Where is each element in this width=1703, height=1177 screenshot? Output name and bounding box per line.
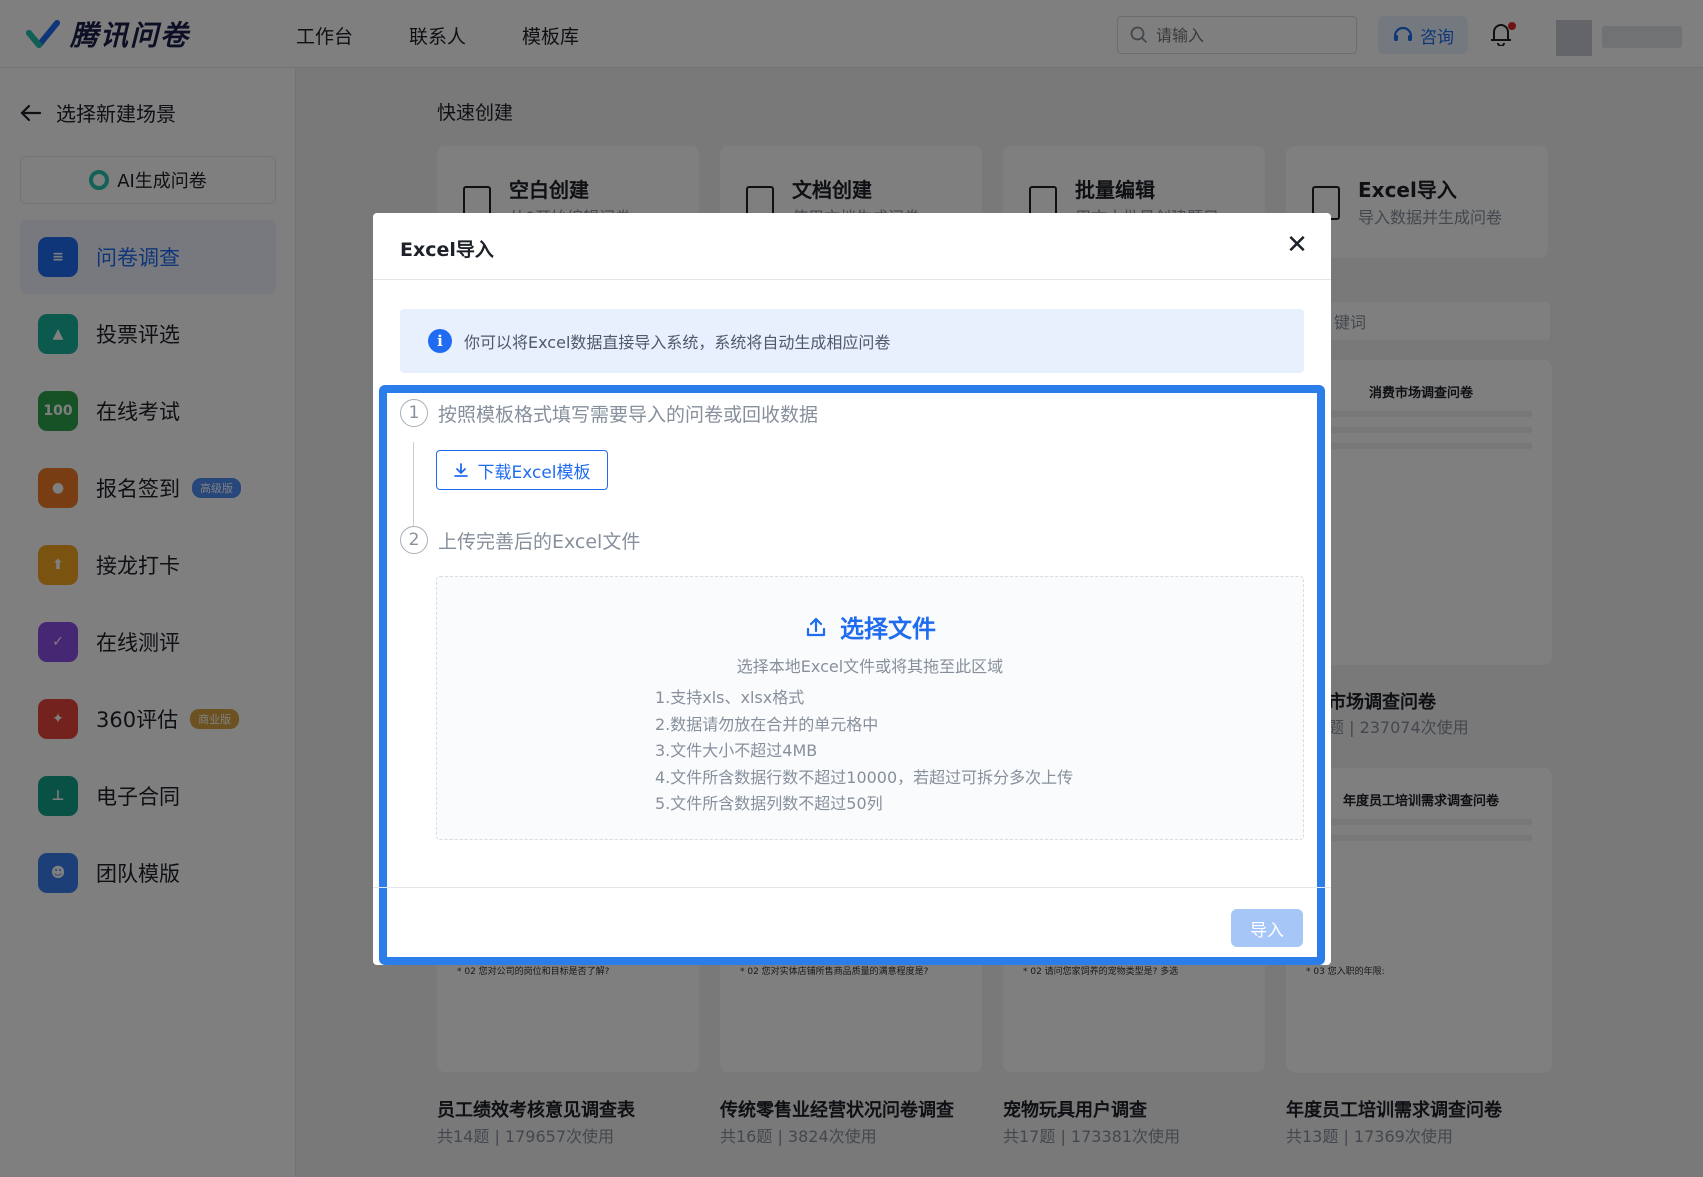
rule-item: 5.文件所含数据列数不超过50列 xyxy=(655,794,883,813)
download-label: 下载Excel模板 xyxy=(477,462,591,483)
drop-hint: 选择本地Excel文件或将其拖至此区域 xyxy=(736,657,1004,676)
step-1: 1 按照模板格式填写需要导入的问卷或回收数据 xyxy=(400,399,818,427)
info-text: 你可以将Excel数据直接导入系统，系统将自动生成相应问卷 xyxy=(464,333,891,352)
info-banner: i 你可以将Excel数据直接导入系统，系统将自动生成相应问卷 xyxy=(400,309,1304,373)
close-icon[interactable]: ✕ xyxy=(1283,231,1311,259)
import-button[interactable]: 导入 xyxy=(1231,909,1303,947)
step-number: 2 xyxy=(400,526,428,554)
rule-item: 2.数据请勿放在合并的单元格中 xyxy=(655,714,879,734)
file-drop-zone[interactable]: 选择文件 选择本地Excel文件或将其拖至此区域 1.支持xls、xlsx格式 … xyxy=(436,576,1304,840)
step-label: 上传完善后的Excel文件 xyxy=(438,530,641,553)
download-template-button[interactable]: 下载Excel模板 xyxy=(436,450,608,490)
rule-item: 1.支持xls、xlsx格式 xyxy=(655,688,805,707)
rule-item: 4.文件所含数据行数不超过10000，若超过可拆分多次上传 xyxy=(655,767,1074,787)
choose-file-label: 选择文件 xyxy=(840,615,936,643)
divider xyxy=(373,279,1331,280)
step-2: 2 上传完善后的Excel文件 xyxy=(400,526,640,554)
step-number: 1 xyxy=(400,399,428,427)
rule-item: 3.文件大小不超过4MB xyxy=(655,741,818,760)
divider xyxy=(373,887,1331,888)
download-icon xyxy=(454,463,469,477)
dialog-title: Excel导入 xyxy=(400,239,494,261)
choose-file-button[interactable]: 选择文件 xyxy=(437,609,1303,644)
info-icon: i xyxy=(428,329,452,353)
step-connector xyxy=(413,442,414,526)
upload-rules: 1.支持xls、xlsx格式 2.数据请勿放在合并的单元格中 3.文件大小不超过… xyxy=(655,685,1073,818)
excel-import-dialog: Excel导入 ✕ i 你可以将Excel数据直接导入系统，系统将自动生成相应问… xyxy=(373,213,1331,965)
upload-icon xyxy=(806,617,826,636)
step-label: 按照模板格式填写需要导入的问卷或回收数据 xyxy=(438,403,819,426)
